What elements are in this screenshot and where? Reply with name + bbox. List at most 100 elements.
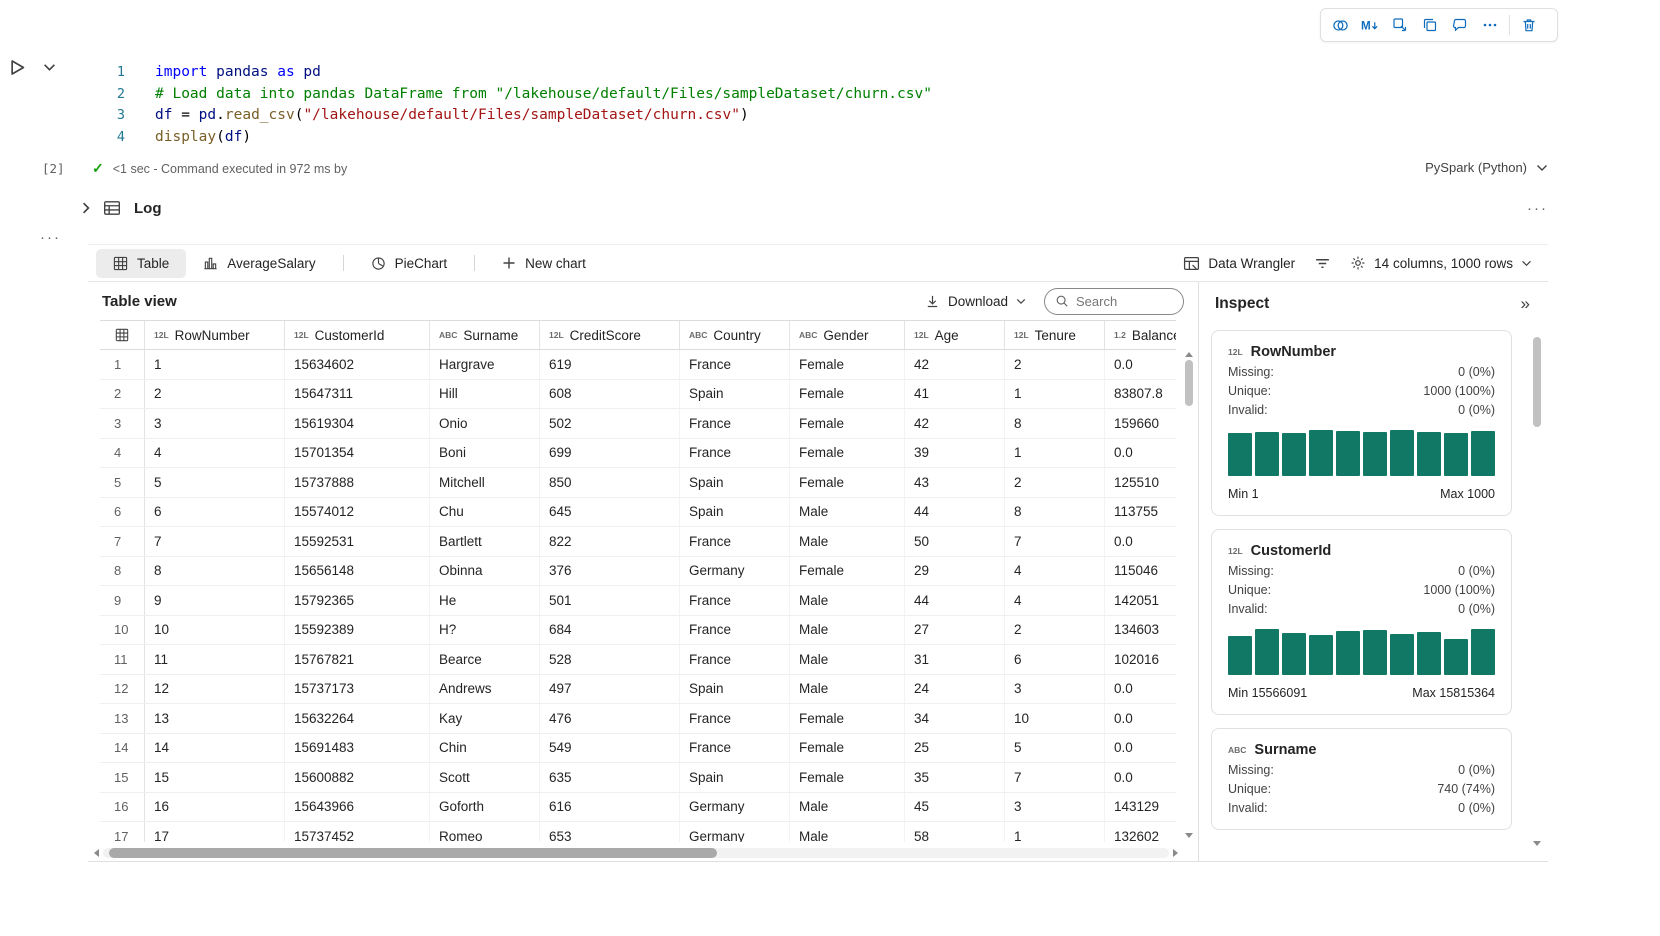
scrollbar-thumb[interactable] bbox=[1533, 337, 1541, 427]
scrollbar-track[interactable] bbox=[1532, 334, 1542, 841]
output-tabs-row: Table AverageSalary PieChart New chart D… bbox=[88, 245, 1548, 282]
scroll-left-arrow-icon[interactable] bbox=[94, 849, 99, 857]
output-more-options[interactable]: ··· bbox=[40, 229, 61, 246]
table-cell: 645 bbox=[540, 498, 680, 527]
table-row[interactable]: 5515737888Mitchell850SpainFemale43212551… bbox=[100, 468, 1176, 498]
column-header-creditscore[interactable]: 12LCreditScore bbox=[540, 321, 680, 349]
table-row[interactable]: 161615643966Goforth616GermanyMale4531431… bbox=[100, 793, 1176, 823]
tab-averagesalary[interactable]: AverageSalary bbox=[186, 249, 332, 278]
column-settings-button[interactable]: 14 columns, 1000 rows bbox=[1350, 255, 1532, 271]
table-row[interactable]: 7715592531Bartlett822FranceMale5070.0 bbox=[100, 527, 1176, 557]
table-row[interactable]: 2215647311Hill608SpainFemale41183807.8 bbox=[100, 380, 1176, 410]
stat-label: Invalid: bbox=[1228, 801, 1268, 815]
table-row[interactable]: 8815656148Obinna376GermanyFemale29411504… bbox=[100, 557, 1176, 587]
code-line[interactable]: 1import pandas as pd bbox=[80, 62, 1548, 84]
scroll-down-arrow-icon[interactable] bbox=[1533, 841, 1541, 846]
tab-new-chart[interactable]: New chart bbox=[485, 249, 603, 278]
search-input[interactable] bbox=[1076, 294, 1168, 309]
run-options-chevron-icon[interactable] bbox=[43, 63, 56, 72]
copilot-icon[interactable] bbox=[1326, 12, 1354, 38]
column-label: Gender bbox=[823, 328, 868, 343]
kernel-selector[interactable]: PySpark (Python) bbox=[1425, 160, 1548, 175]
column-header-tenure[interactable]: 12LTenure bbox=[1005, 321, 1105, 349]
row-index: 14 bbox=[100, 734, 145, 763]
scroll-down-arrow-icon[interactable] bbox=[1185, 833, 1193, 838]
filter-icon[interactable] bbox=[1314, 255, 1331, 272]
column-header-age[interactable]: 12LAge bbox=[905, 321, 1005, 349]
table-cell: 39 bbox=[905, 439, 1005, 468]
notebook-code-cell[interactable]: 1import pandas as pd2# Load data into pa… bbox=[80, 62, 1548, 148]
table-row[interactable]: 141415691483Chin549FranceFemale2550.0 bbox=[100, 734, 1176, 764]
table-row[interactable]: 1115634602Hargrave619FranceFemale4220.0 bbox=[100, 350, 1176, 380]
stat-row: Invalid:0 (0%) bbox=[1228, 602, 1495, 616]
column-header-surname[interactable]: ABCSurname bbox=[430, 321, 540, 349]
table-row[interactable]: 151515600882Scott635SpainFemale3570.0 bbox=[100, 763, 1176, 793]
select-all-header[interactable] bbox=[100, 321, 145, 349]
row-index: 3 bbox=[100, 409, 145, 438]
code-line[interactable]: 4display(df) bbox=[80, 127, 1548, 149]
table-cell: 24 bbox=[905, 675, 1005, 704]
more-options-icon[interactable] bbox=[1476, 12, 1504, 38]
table-row[interactable]: 111115767821Bearce528FranceMale316102016 bbox=[100, 645, 1176, 675]
markdown-cell-icon[interactable]: M bbox=[1356, 12, 1384, 38]
table-body: 1115634602Hargrave619FranceFemale4220.02… bbox=[100, 350, 1176, 842]
log-more-options[interactable]: ··· bbox=[1527, 200, 1548, 217]
stat-row: Unique:1000 (100%) bbox=[1228, 583, 1495, 597]
table-row[interactable]: 131315632264Kay476FranceFemale34100.0 bbox=[100, 704, 1176, 734]
scrollbar-track[interactable] bbox=[1184, 357, 1194, 833]
table-row[interactable]: 4415701354Boni699FranceFemale3910.0 bbox=[100, 439, 1176, 469]
table-row[interactable]: 101015592389H?684FranceMale272134603 bbox=[100, 616, 1176, 646]
table-cell: 502 bbox=[540, 409, 680, 438]
column-header-country[interactable]: ABCCountry bbox=[680, 321, 790, 349]
row-index: 7 bbox=[100, 527, 145, 556]
tab-piechart[interactable]: PieChart bbox=[354, 249, 465, 278]
table-cell: 15592531 bbox=[285, 527, 430, 556]
duplicate-cell-icon[interactable] bbox=[1416, 12, 1444, 38]
column-header-customerid[interactable]: 12LCustomerId bbox=[285, 321, 430, 349]
table-row[interactable]: 121215737173Andrews497SpainMale2430.0 bbox=[100, 675, 1176, 705]
table-vertical-scrollbar[interactable] bbox=[1183, 352, 1195, 838]
download-button[interactable]: Download bbox=[925, 294, 1026, 309]
table-row[interactable]: 3315619304Onio502FranceFemale428159660 bbox=[100, 409, 1176, 439]
stat-row: Missing:0 (0%) bbox=[1228, 365, 1495, 379]
move-cell-icon[interactable] bbox=[1386, 12, 1414, 38]
stat-value: 1000 (100%) bbox=[1423, 384, 1495, 398]
table-row[interactable]: 9915792365He501FranceMale444142051 bbox=[100, 586, 1176, 616]
table-cell: 501 bbox=[540, 586, 680, 615]
table-cell: 83807.8 bbox=[1105, 380, 1176, 409]
tab-table[interactable]: Table bbox=[96, 249, 186, 278]
success-check-icon: ✓ bbox=[92, 160, 104, 177]
min-label: Min 15566091 bbox=[1228, 686, 1307, 700]
comment-icon[interactable] bbox=[1446, 12, 1474, 38]
column-header-gender[interactable]: ABCGender bbox=[790, 321, 905, 349]
table-row[interactable]: 171715737452Romeo653GermanyMale581132602 bbox=[100, 822, 1176, 842]
horizontal-scrollbar[interactable] bbox=[94, 846, 1178, 860]
delete-cell-icon[interactable] bbox=[1515, 12, 1543, 38]
table-cell: 7 bbox=[145, 527, 285, 556]
log-expand-chevron-icon[interactable] bbox=[82, 202, 90, 214]
table-cell: Chu bbox=[430, 498, 540, 527]
table-search-box[interactable] bbox=[1044, 288, 1184, 315]
execution-status-text: <1 sec - Command executed in 972 ms by bbox=[113, 162, 348, 176]
table-cell: France bbox=[680, 527, 790, 556]
collapse-panel-icon[interactable]: » bbox=[1521, 294, 1530, 314]
table-cell: Germany bbox=[680, 793, 790, 822]
scroll-right-arrow-icon[interactable] bbox=[1173, 849, 1178, 857]
table-cell: 6 bbox=[1005, 645, 1105, 674]
column-header-rownumber[interactable]: 12LRowNumber bbox=[145, 321, 285, 349]
max-label: Max 1000 bbox=[1440, 487, 1495, 501]
code-line[interactable]: 2# Load data into pandas DataFrame from … bbox=[80, 84, 1548, 106]
data-wrangler-button[interactable]: Data Wrangler bbox=[1183, 255, 1295, 272]
scrollbar-thumb[interactable] bbox=[1185, 360, 1193, 406]
scrollbar-track[interactable] bbox=[103, 848, 1169, 858]
table-cell: Germany bbox=[680, 822, 790, 842]
table-cell: 4 bbox=[145, 439, 285, 468]
histogram-bar bbox=[1471, 431, 1495, 476]
table-cell: 14 bbox=[145, 734, 285, 763]
scrollbar-thumb[interactable] bbox=[109, 848, 717, 858]
table-row[interactable]: 6615574012Chu645SpainMale448113755 bbox=[100, 498, 1176, 528]
code-line[interactable]: 3df = pd.read_csv("/lakehouse/default/Fi… bbox=[80, 105, 1548, 127]
run-cell-button[interactable] bbox=[8, 58, 27, 77]
column-header-balance[interactable]: 1.2Balance bbox=[1105, 321, 1176, 349]
inspect-vertical-scrollbar[interactable] bbox=[1531, 334, 1543, 846]
